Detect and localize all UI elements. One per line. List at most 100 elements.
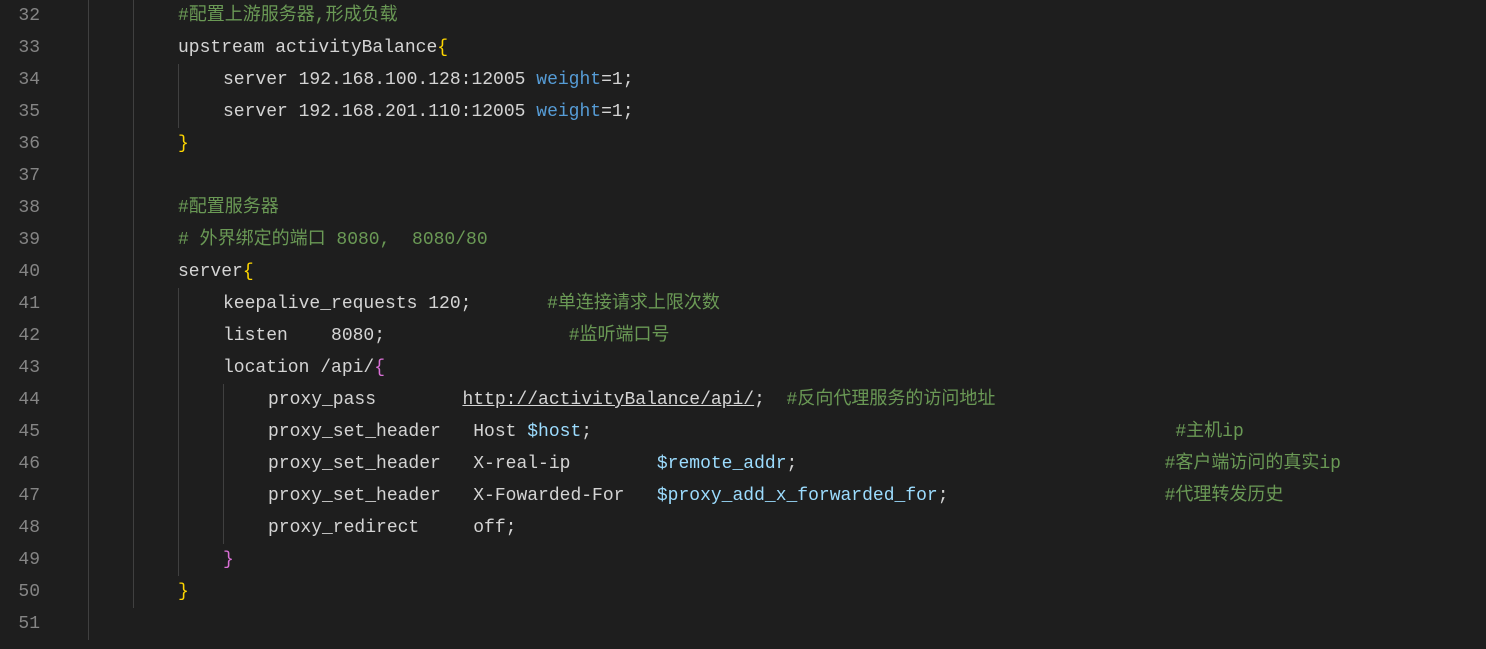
param: weight (536, 70, 601, 90)
directive: proxy_pass (268, 390, 462, 410)
semicolon: ; (623, 102, 634, 122)
spacer (797, 454, 1164, 474)
indent-guide (88, 128, 89, 160)
line-number: 37 (0, 160, 40, 192)
code-line[interactable]: } (68, 128, 1486, 160)
indent-guide (88, 96, 89, 128)
code-line[interactable]: location /api/{ (68, 352, 1486, 384)
indent-guide (88, 576, 89, 608)
directive: server 192.168.201.110:12005 (223, 102, 536, 122)
semicolon: ; (938, 486, 949, 506)
code-line-content: #配置上游服务器,形成负载 (68, 6, 398, 26)
indent-guide (88, 256, 89, 288)
code-line[interactable]: proxy_redirect off; (68, 512, 1486, 544)
code-line[interactable]: proxy_set_header Host $host; #主机ip (68, 416, 1486, 448)
code-line[interactable]: keepalive_requests 120; #单连接请求上限次数 (68, 288, 1486, 320)
comment: #配置服务器 (178, 198, 279, 218)
indent-guide (178, 416, 179, 448)
indent-guide (178, 480, 179, 512)
code-line[interactable]: # 外界绑定的端口 8080, 8080/80 (68, 224, 1486, 256)
line-number: 35 (0, 96, 40, 128)
code-line[interactable] (68, 160, 1486, 192)
directive: upstream activityBalance (178, 38, 437, 58)
line-number: 45 (0, 416, 40, 448)
directive: listen 8080 (223, 326, 374, 346)
code-line[interactable]: proxy_pass http://activityBalance/api/; … (68, 384, 1486, 416)
code-line[interactable]: upstream activityBalance{ (68, 32, 1486, 64)
code-line-content: listen 8080; #监听端口号 (68, 326, 670, 346)
code-line-content: upstream activityBalance{ (68, 38, 448, 58)
spacer (949, 486, 1165, 506)
indent-guide (133, 352, 134, 384)
semicolon: ; (461, 294, 472, 314)
code-line[interactable]: proxy_set_header X-Fowarded-For $proxy_a… (68, 480, 1486, 512)
code-line[interactable]: } (68, 576, 1486, 608)
comment: #监听端口号 (569, 326, 670, 346)
semicolon: ; (623, 70, 634, 90)
indent-guide (88, 160, 89, 192)
indent-guide (178, 320, 179, 352)
indent-guide (88, 64, 89, 96)
line-number: 40 (0, 256, 40, 288)
code-line-content: proxy_redirect off; (68, 518, 516, 538)
code-line-content: proxy_set_header Host $host; #主机ip (68, 422, 1244, 442)
code-line[interactable]: #配置上游服务器,形成负载 (68, 0, 1486, 32)
comment: #配置上游服务器,形成负载 (178, 6, 398, 26)
indent-guide (133, 128, 134, 160)
line-number: 43 (0, 352, 40, 384)
indent-guide (88, 448, 89, 480)
indent-guide (133, 0, 134, 32)
code-line[interactable]: listen 8080; #监听端口号 (68, 320, 1486, 352)
comment: #反向代理服务的访问地址 (787, 390, 996, 410)
code-line[interactable]: server{ (68, 256, 1486, 288)
code-line[interactable]: proxy_set_header X-real-ip $remote_addr;… (68, 448, 1486, 480)
code-line[interactable]: } (68, 544, 1486, 576)
indent-guide (88, 480, 89, 512)
close-brace: } (223, 550, 234, 570)
code-line-content: #配置服务器 (68, 198, 279, 218)
open-brace: { (243, 262, 254, 282)
open-brace: { (374, 358, 385, 378)
semicolon: ; (754, 390, 765, 410)
close-brace: } (178, 134, 189, 154)
semicolon: ; (374, 326, 385, 346)
indent-guide (88, 384, 89, 416)
spacer (385, 326, 569, 346)
line-number: 44 (0, 384, 40, 416)
code-line[interactable]: #配置服务器 (68, 192, 1486, 224)
indent-guide (88, 0, 89, 32)
spacer (592, 422, 1175, 442)
code-line[interactable]: server 192.168.201.110:12005 weight=1; (68, 96, 1486, 128)
comment: # 外界绑定的端口 8080, 8080/80 (178, 230, 488, 250)
indent-guide (133, 448, 134, 480)
indent-guide (178, 544, 179, 576)
code-line-content (68, 166, 88, 186)
indent-guide (88, 192, 89, 224)
code-line[interactable]: server 192.168.100.128:12005 weight=1; (68, 64, 1486, 96)
indent-guide (133, 96, 134, 128)
indent-guide (133, 576, 134, 608)
indent-guide (133, 160, 134, 192)
semicolon: ; (581, 422, 592, 442)
indent-guide (88, 608, 89, 640)
directive: server 192.168.100.128:12005 (223, 70, 536, 90)
indent-guide (133, 64, 134, 96)
code-line-content: proxy_set_header X-real-ip $remote_addr;… (68, 454, 1341, 474)
code-line[interactable] (68, 608, 1486, 640)
code-area[interactable]: #配置上游服务器,形成负载upstream activityBalance{se… (60, 0, 1486, 649)
code-line-content: server 192.168.201.110:12005 weight=1; (68, 102, 634, 122)
indent-guide (88, 416, 89, 448)
indent-guide (133, 320, 134, 352)
code-line-content: server 192.168.100.128:12005 weight=1; (68, 70, 634, 90)
variable: $remote_addr (657, 454, 787, 474)
code-line-content: # 外界绑定的端口 8080, 8080/80 (68, 230, 488, 250)
value: =1 (601, 70, 623, 90)
code-line-content (68, 614, 88, 634)
code-line-content: proxy_set_header X-Fowarded-For $proxy_a… (68, 486, 1283, 506)
comment: #客户端访问的真实ip (1165, 454, 1341, 474)
line-number: 34 (0, 64, 40, 96)
code-editor[interactable]: 3233343536373839404142434445464748495051… (0, 0, 1486, 649)
variable: $proxy_add_x_forwarded_for (657, 486, 938, 506)
indent-guide (133, 192, 134, 224)
value: =1 (601, 102, 623, 122)
